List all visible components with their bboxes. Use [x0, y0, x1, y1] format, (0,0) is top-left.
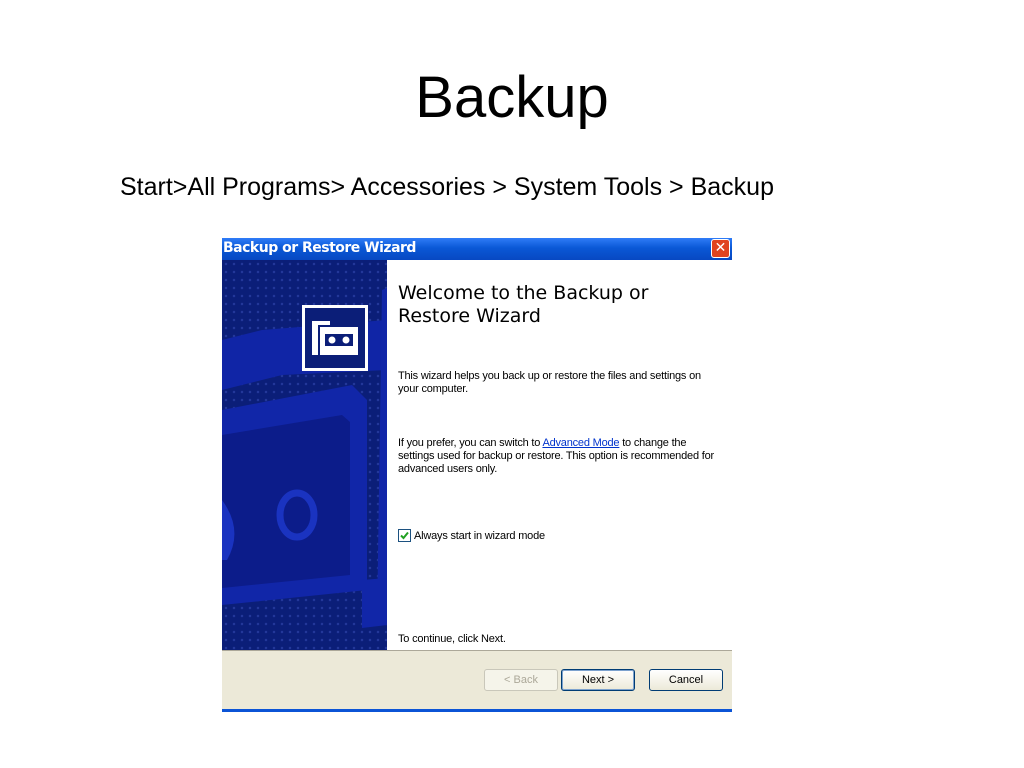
- advanced-prefix: If you prefer, you can switch to: [398, 437, 543, 449]
- next-button[interactable]: Next >: [561, 669, 635, 691]
- window-title: Backup or Restore Wizard: [223, 240, 416, 256]
- advanced-mode-text: If you prefer, you can switch to Advance…: [398, 437, 723, 476]
- title-bar[interactable]: Backup or Restore Wizard ✕: [222, 238, 732, 260]
- advanced-mode-link[interactable]: Advanced Mode: [542, 437, 619, 449]
- wizard-heading: Welcome to the Backup or Restore Wizard: [398, 282, 649, 327]
- slide-title: Backup: [415, 65, 609, 130]
- backup-restore-wizard-window: Backup or Restore Wizard ✕ Welcome to th…: [222, 238, 732, 712]
- cancel-button[interactable]: Cancel: [649, 669, 723, 691]
- back-button[interactable]: < Back: [484, 669, 558, 691]
- continue-instruction: To continue, click Next.: [398, 633, 506, 645]
- navigation-path: Start>All Programs> Accessories > System…: [120, 173, 774, 201]
- button-area-divider: [222, 650, 732, 651]
- wizard-mode-checkbox[interactable]: [398, 528, 411, 542]
- wizard-side-banner: [222, 260, 387, 650]
- close-button[interactable]: ✕: [711, 239, 730, 258]
- wizard-intro-text: This wizard helps you back up or restore…: [398, 370, 701, 395]
- window-bottom-border: [222, 709, 732, 712]
- close-icon: ✕: [714, 240, 727, 256]
- backup-tape-icon: [302, 305, 368, 371]
- wizard-mode-checkbox-row[interactable]: Always start in wizard mode: [398, 528, 545, 545]
- wizard-mode-checkbox-label: Always start in wizard mode: [414, 530, 545, 542]
- wizard-content: Welcome to the Backup or Restore Wizard …: [387, 260, 732, 650]
- checkmark-icon: [400, 531, 409, 540]
